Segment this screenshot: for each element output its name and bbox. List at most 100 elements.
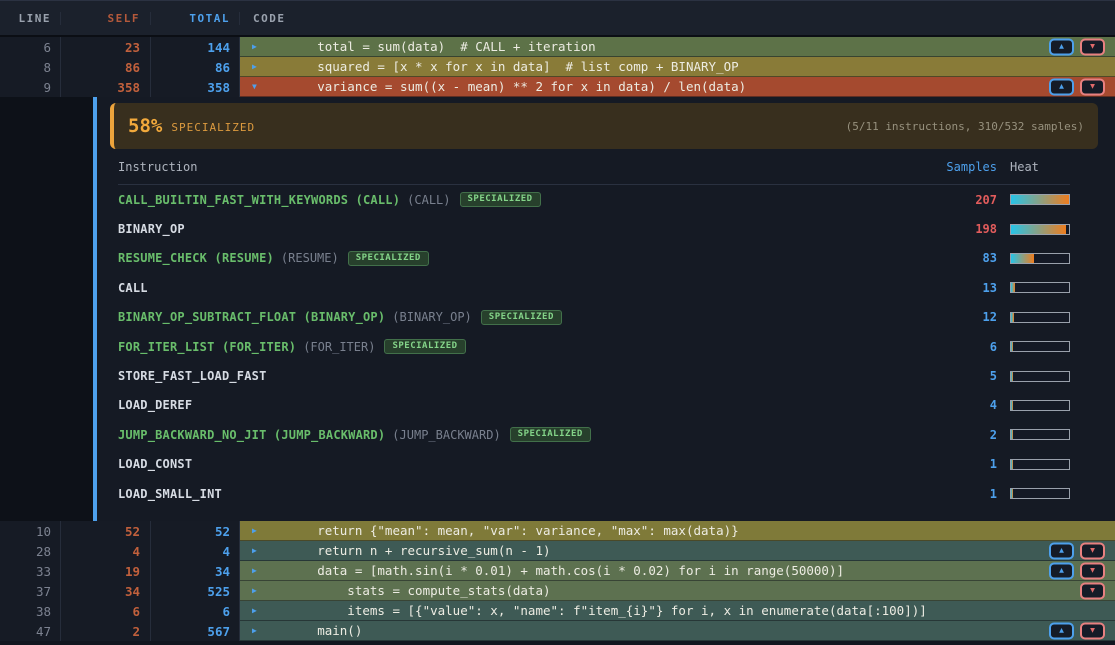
- row-nav-buttons: ▲ ▼: [1049, 582, 1105, 599]
- line-number: 28: [0, 541, 61, 561]
- heat-bar-fill: [1011, 430, 1013, 439]
- expander-icon[interactable]: ▼: [252, 83, 257, 91]
- instruction-samples: 198: [937, 222, 997, 236]
- jump-down-button[interactable]: ▼: [1080, 582, 1105, 599]
- instruction-column-header: Instruction: [118, 160, 937, 174]
- instruction-family: (FOR_ITER): [303, 340, 375, 354]
- instruction-name: LOAD_SMALL_INT: [118, 487, 222, 501]
- instruction-name-cell: CALL_BUILTIN_FAST_WITH_KEYWORDS (CALL) (…: [118, 192, 937, 207]
- heat-bar: [1010, 312, 1070, 323]
- jump-up-button[interactable]: ▲: [1049, 622, 1074, 639]
- instruction-row: BINARY_OP 198: [118, 214, 1070, 243]
- code-line-row: 28 4 4 ▶ return n + recursive_sum(n - 1)…: [0, 541, 1115, 561]
- code-line-row: 47 2 567 ▶ main() ▲ ▼: [0, 621, 1115, 641]
- jump-down-button[interactable]: ▼: [1080, 542, 1105, 559]
- instruction-samples: 1: [937, 457, 997, 471]
- heat-bar: [1010, 371, 1070, 382]
- panel-gutter: [0, 97, 93, 521]
- heat-bar: [1010, 400, 1070, 411]
- heat-bar: [1010, 282, 1070, 293]
- line-number: 38: [0, 601, 61, 621]
- jump-down-button[interactable]: ▼: [1080, 38, 1105, 55]
- instruction-samples: 2: [937, 428, 997, 442]
- jump-down-button[interactable]: ▼: [1080, 622, 1105, 639]
- heat-bar-fill: [1011, 372, 1013, 381]
- instruction-samples: 5: [937, 369, 997, 383]
- instruction-family: (RESUME): [281, 251, 339, 265]
- expander-icon[interactable]: ▶: [252, 607, 257, 615]
- instruction-table: Instruction Samples Heat CALL_BUILTIN_FA…: [118, 150, 1098, 508]
- heat-bar: [1010, 429, 1070, 440]
- expander-icon[interactable]: ▶: [252, 627, 257, 635]
- specialized-label: SPECIALIZED: [171, 121, 255, 134]
- jump-down-button[interactable]: ▼: [1080, 78, 1105, 95]
- expander-icon[interactable]: ▶: [252, 43, 257, 51]
- row-nav-buttons: ▲ ▼: [1049, 58, 1105, 75]
- instruction-name: BINARY_OP_SUBTRACT_FLOAT (BINARY_OP): [118, 310, 385, 324]
- self-samples: 2: [61, 621, 151, 641]
- heat-bar: [1010, 341, 1070, 352]
- expander-icon[interactable]: ▶: [252, 567, 257, 575]
- self-samples: 86: [61, 57, 151, 77]
- code-line-row: 37 34 525 ▶ stats = compute_stats(data) …: [0, 581, 1115, 601]
- code-text: squared = [x * x for x in data] # list c…: [240, 59, 739, 74]
- expander-icon[interactable]: ▶: [252, 527, 257, 535]
- instruction-row: LOAD_DEREF 4: [118, 391, 1070, 420]
- heat-bar-fill: [1011, 313, 1014, 322]
- jump-up-button[interactable]: ▲: [1049, 38, 1074, 55]
- row-nav-buttons: ▲ ▼: [1049, 622, 1105, 639]
- line-number: 10: [0, 521, 61, 541]
- code-text: main(): [240, 623, 362, 638]
- instruction-row: CALL 13: [118, 273, 1070, 302]
- heat-bar-fill: [1011, 225, 1066, 234]
- specialization-banner: 58% SPECIALIZED (5/11 instructions, 310/…: [110, 103, 1098, 149]
- specialized-badge: SPECIALIZED: [510, 427, 591, 442]
- jump-up-button[interactable]: ▲: [1049, 78, 1074, 95]
- expander-icon[interactable]: ▶: [252, 547, 257, 555]
- jump-up-button[interactable]: ▲: [1049, 542, 1074, 559]
- specialization-panel: 58% SPECIALIZED (5/11 instructions, 310/…: [0, 97, 1115, 521]
- row-nav-buttons: ▲ ▼: [1049, 602, 1105, 619]
- instruction-row: JUMP_BACKWARD_NO_JIT (JUMP_BACKWARD) (JU…: [118, 420, 1070, 449]
- instruction-name-cell: LOAD_DEREF: [118, 398, 937, 412]
- jump-down-button[interactable]: ▼: [1080, 562, 1105, 579]
- instruction-name-cell: CALL: [118, 281, 937, 295]
- row-nav-buttons: ▲ ▼: [1049, 522, 1105, 539]
- line-number: 6: [0, 37, 61, 57]
- instruction-name-cell: BINARY_OP_SUBTRACT_FLOAT (BINARY_OP) (BI…: [118, 310, 937, 325]
- heat-bar-fill: [1011, 195, 1069, 204]
- instruction-rows: CALL_BUILTIN_FAST_WITH_KEYWORDS (CALL) (…: [118, 185, 1070, 508]
- code-text: total = sum(data) # CALL + iteration: [240, 39, 596, 54]
- expander-icon[interactable]: ▶: [252, 63, 257, 71]
- line-number: 8: [0, 57, 61, 77]
- jump-up-button[interactable]: ▲: [1049, 562, 1074, 579]
- code-rows-bottom: 10 52 52 ▶ return {"mean": mean, "var": …: [0, 521, 1115, 641]
- heat-bar-fill: [1011, 283, 1015, 292]
- code-text: items = [{"value": x, "name": f"item_{i}…: [240, 603, 927, 618]
- heat-column-header: Heat: [1010, 160, 1070, 174]
- code-cell: ▶ return n + recursive_sum(n - 1) ▲ ▼: [240, 541, 1115, 561]
- specialized-percent: 58%: [128, 115, 162, 137]
- profiler-app: LINE SELF TOTAL CODE 6 23 144 ▶ total = …: [0, 0, 1115, 645]
- code-text: variance = sum((x - mean) ** 2 for x in …: [240, 79, 746, 94]
- expander-icon[interactable]: ▶: [252, 587, 257, 595]
- total-samples: 52: [151, 521, 240, 541]
- self-samples: 4: [61, 541, 151, 561]
- instruction-name: LOAD_DEREF: [118, 398, 192, 412]
- column-header-self: SELF: [61, 12, 151, 25]
- total-samples: 144: [151, 37, 240, 57]
- instruction-name: STORE_FAST_LOAD_FAST: [118, 369, 267, 383]
- code-line-row: 10 52 52 ▶ return {"mean": mean, "var": …: [0, 521, 1115, 541]
- column-header-total: TOTAL: [151, 12, 240, 25]
- total-samples: 567: [151, 621, 240, 641]
- instruction-name: LOAD_CONST: [118, 457, 192, 471]
- self-samples: 19: [61, 561, 151, 581]
- instruction-name-cell: FOR_ITER_LIST (FOR_ITER) (FOR_ITER) SPEC…: [118, 339, 937, 354]
- instruction-row: CALL_BUILTIN_FAST_WITH_KEYWORDS (CALL) (…: [118, 185, 1070, 214]
- instruction-name-cell: STORE_FAST_LOAD_FAST: [118, 369, 937, 383]
- instruction-name-cell: BINARY_OP: [118, 222, 937, 236]
- instruction-samples: 207: [937, 193, 997, 207]
- code-cell: ▶ total = sum(data) # CALL + iteration ▲…: [240, 37, 1115, 57]
- instruction-name: RESUME_CHECK (RESUME): [118, 251, 274, 265]
- code-cell: ▶ items = [{"value": x, "name": f"item_{…: [240, 601, 1115, 621]
